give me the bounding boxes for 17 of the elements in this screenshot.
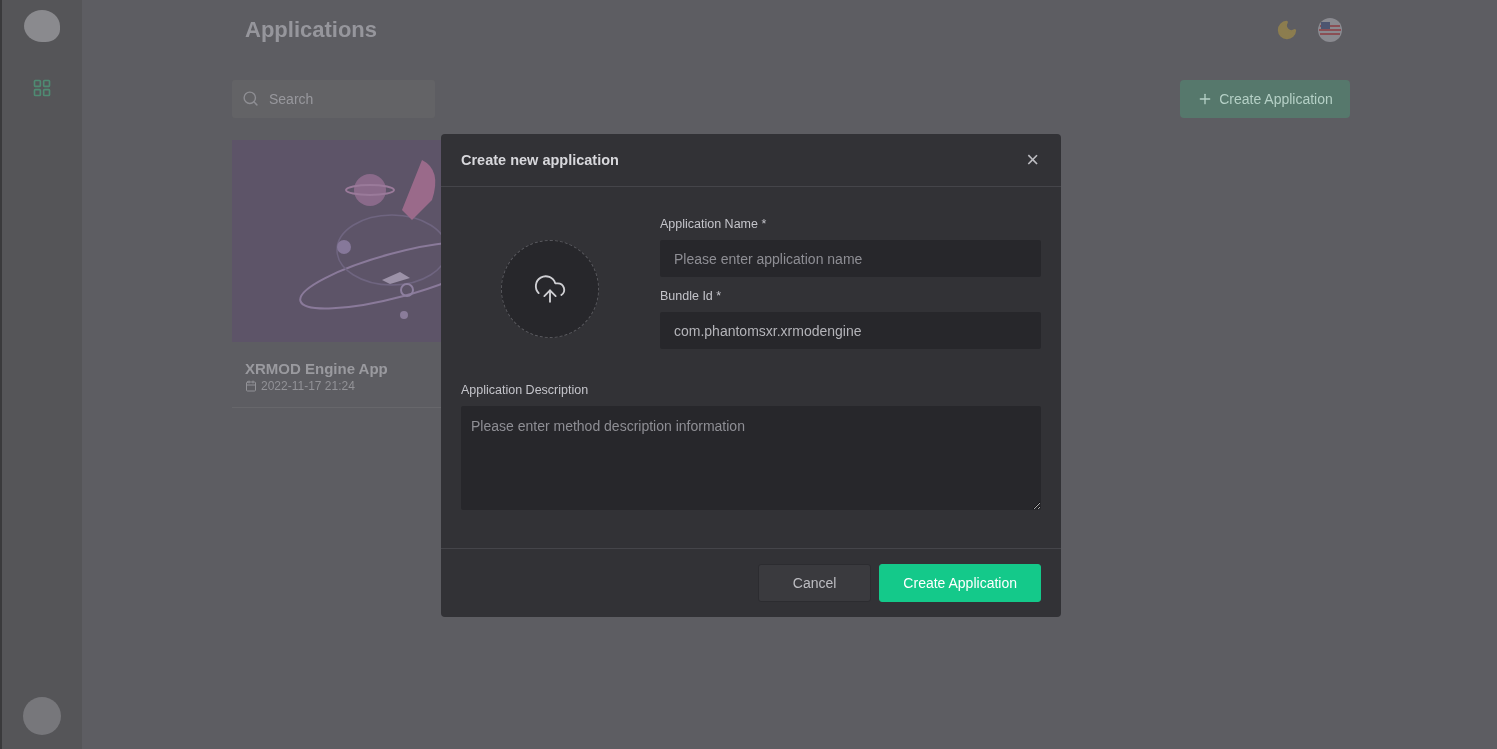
- avatar[interactable]: [23, 697, 61, 735]
- field-label: Application Description: [461, 383, 590, 397]
- cancel-button[interactable]: Cancel: [757, 564, 872, 602]
- input-field[interactable]: Please enter application name: [660, 240, 1041, 277]
- flag-icon[interactable]: [1318, 18, 1342, 42]
- moon-icon[interactable]: [1276, 19, 1298, 41]
- input-field[interactable]: com.phantomsxr.xrmodengine: [660, 312, 1041, 349]
- dialog-title: Create new application: [461, 152, 619, 168]
- page-title: Applications: [245, 17, 377, 43]
- app-name: XRMOD Engine App: [245, 360, 389, 377]
- close-button[interactable]: ×: [1026, 149, 1039, 171]
- grid-icon[interactable]: [32, 78, 52, 98]
- field-label: Bundle Id *: [660, 289, 723, 303]
- field-label: Application Name *: [660, 217, 768, 231]
- search-icon: [242, 90, 259, 107]
- description-field[interactable]: Please enter method description information: [461, 406, 1041, 510]
- calendar-icon: [245, 380, 257, 392]
